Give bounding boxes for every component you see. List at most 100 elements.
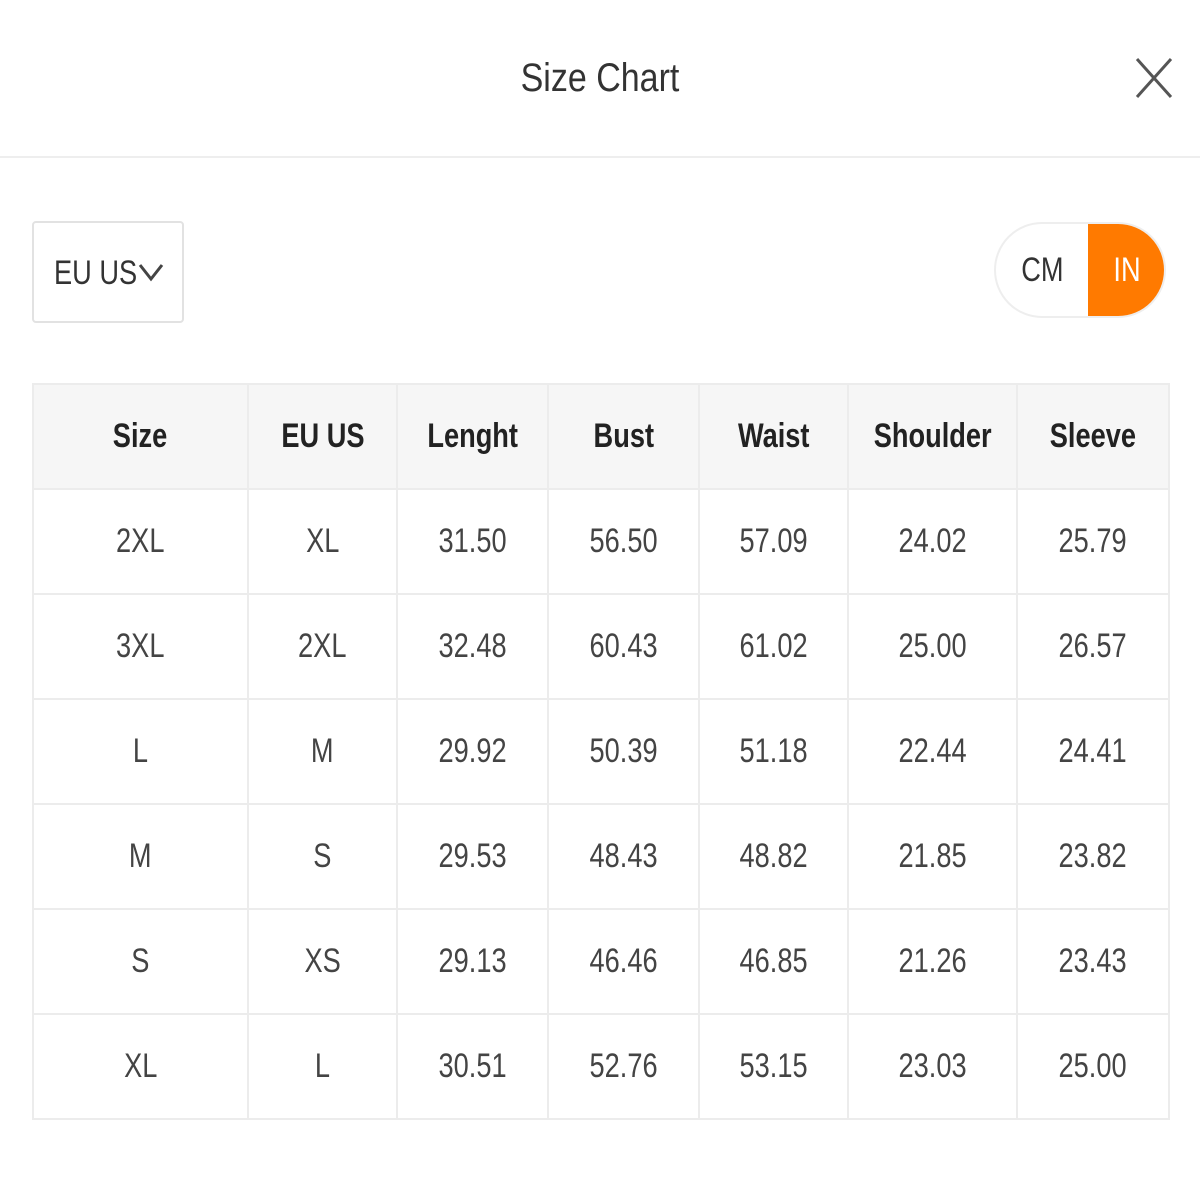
table-cell-value: 24.02 [898, 522, 967, 560]
table-row: S XS 29.13 46.46 46.85 21.26 23.43 [32, 908, 1170, 1015]
unit-toggle: CM IN [994, 222, 1166, 318]
unit-option-cm[interactable]: CM [996, 224, 1088, 316]
table-cell-bust: 50.39 [547, 698, 700, 805]
table-row: 3XL 2XL 32.48 60.43 61.02 25.00 26.57 [32, 593, 1170, 700]
column-header-label: Lenght [427, 417, 518, 455]
table-cell-waist: 46.85 [698, 908, 849, 1015]
column-header-label: Sleeve [1049, 417, 1137, 455]
column-header-size: Size [32, 383, 249, 490]
table-cell-value: 57.09 [739, 522, 808, 560]
table-cell-value: 48.43 [589, 837, 658, 875]
table-cell-length: 29.13 [396, 908, 549, 1015]
table-row: 2XL XL 31.50 56.50 57.09 24.02 25.79 [32, 488, 1170, 595]
size-system-label: EU US [54, 254, 138, 292]
table-cell-value: 23.43 [1058, 942, 1128, 980]
table-cell-shoulder: 21.26 [847, 908, 1018, 1015]
column-header-label: Bust [593, 417, 654, 455]
table-cell-value: L [132, 732, 149, 770]
table-cell-value: 61.02 [739, 627, 808, 665]
table-cell-value: 25.00 [898, 627, 967, 665]
table-cell-waist: 57.09 [698, 488, 849, 595]
table-cell-size: M [32, 803, 249, 910]
column-header-eu-us: EU US [247, 383, 398, 490]
table-cell-eu-us: S [247, 803, 398, 910]
table-cell-value: M [129, 837, 152, 875]
close-icon [1135, 57, 1173, 99]
table-cell-sleeve: 25.00 [1016, 1013, 1170, 1120]
table-cell-value: 21.85 [898, 837, 967, 875]
column-header-waist: Waist [698, 383, 849, 490]
table-cell-shoulder: 25.00 [847, 593, 1018, 700]
table-cell-waist: 53.15 [698, 1013, 849, 1120]
table-cell-value: XL [305, 522, 340, 560]
table-cell-bust: 48.43 [547, 803, 700, 910]
chevron-down-icon [138, 264, 164, 282]
table-cell-waist: 61.02 [698, 593, 849, 700]
table-cell-value: 31.50 [438, 522, 507, 560]
table-cell-size: XL [32, 1013, 249, 1120]
column-header-label: Waist [737, 417, 810, 455]
table-cell-shoulder: 22.44 [847, 698, 1018, 805]
table-cell-size: 2XL [32, 488, 249, 595]
table-cell-eu-us: L [247, 1013, 398, 1120]
table-cell-value: 3XL [116, 627, 165, 665]
column-header-label: Shoulder [873, 417, 992, 455]
table-cell-value: 29.53 [438, 837, 507, 875]
table-cell-length: 29.53 [396, 803, 549, 910]
unit-option-in[interactable]: IN [1088, 224, 1164, 316]
table-cell-bust: 60.43 [547, 593, 700, 700]
table-cell-value: 29.13 [438, 942, 507, 980]
table-cell-length: 31.50 [396, 488, 549, 595]
table-header-row: Size EU US Lenght Bust Waist Shoulder Sleeve [32, 383, 1170, 490]
table-cell-value: 21.26 [898, 942, 967, 980]
table-cell-value: 2XL [116, 522, 165, 560]
table-cell-sleeve: 23.43 [1016, 908, 1170, 1015]
unit-option-in-label: IN [1113, 251, 1141, 289]
table-cell-value: XS [304, 942, 341, 980]
table-cell-value: 25.00 [1058, 1047, 1128, 1085]
table-cell-value: L [314, 1047, 331, 1085]
column-header-length: Lenght [396, 383, 549, 490]
table-cell-value: 60.43 [589, 627, 658, 665]
table-cell-eu-us: XS [247, 908, 398, 1015]
table-cell-value: 25.79 [1058, 522, 1128, 560]
table-cell-bust: 52.76 [547, 1013, 700, 1120]
column-header-shoulder: Shoulder [847, 383, 1018, 490]
table-cell-value: 48.82 [739, 837, 808, 875]
table-cell-bust: 56.50 [547, 488, 700, 595]
table-cell-value: 2XL [298, 627, 347, 665]
table-cell-value: 29.92 [438, 732, 507, 770]
table-cell-value: M [311, 732, 334, 770]
table-cell-length: 30.51 [396, 1013, 549, 1120]
column-header-bust: Bust [547, 383, 700, 490]
table-cell-sleeve: 26.57 [1016, 593, 1170, 700]
table-cell-shoulder: 23.03 [847, 1013, 1018, 1120]
table-cell-length: 29.92 [396, 698, 549, 805]
table-cell-value: 50.39 [589, 732, 658, 770]
table-cell-value: 23.03 [898, 1047, 967, 1085]
table-cell-eu-us: M [247, 698, 398, 805]
table-cell-value: 52.76 [589, 1047, 658, 1085]
column-header-label: EU US [280, 417, 365, 455]
table-cell-value: 53.15 [739, 1047, 808, 1085]
table-cell-value: 46.46 [589, 942, 658, 980]
table-row: M S 29.53 48.43 48.82 21.85 23.82 [32, 803, 1170, 910]
table-cell-value: 32.48 [438, 627, 507, 665]
table-cell-value: S [313, 837, 332, 875]
table-cell-value: 24.41 [1058, 732, 1128, 770]
close-button[interactable] [1134, 56, 1174, 100]
table-cell-value: 51.18 [739, 732, 808, 770]
table-cell-value: 56.50 [589, 522, 658, 560]
column-header-label: Size [113, 417, 168, 455]
table-cell-eu-us: XL [247, 488, 398, 595]
size-system-select[interactable]: EU US [32, 221, 184, 323]
table-cell-value: 26.57 [1058, 627, 1128, 665]
table-cell-size: S [32, 908, 249, 1015]
table-cell-shoulder: 21.85 [847, 803, 1018, 910]
table-cell-value: S [131, 942, 150, 980]
table-cell-length: 32.48 [396, 593, 549, 700]
table-cell-waist: 51.18 [698, 698, 849, 805]
table-cell-value: 22.44 [898, 732, 967, 770]
table-cell-eu-us: 2XL [247, 593, 398, 700]
column-header-sleeve: Sleeve [1016, 383, 1170, 490]
